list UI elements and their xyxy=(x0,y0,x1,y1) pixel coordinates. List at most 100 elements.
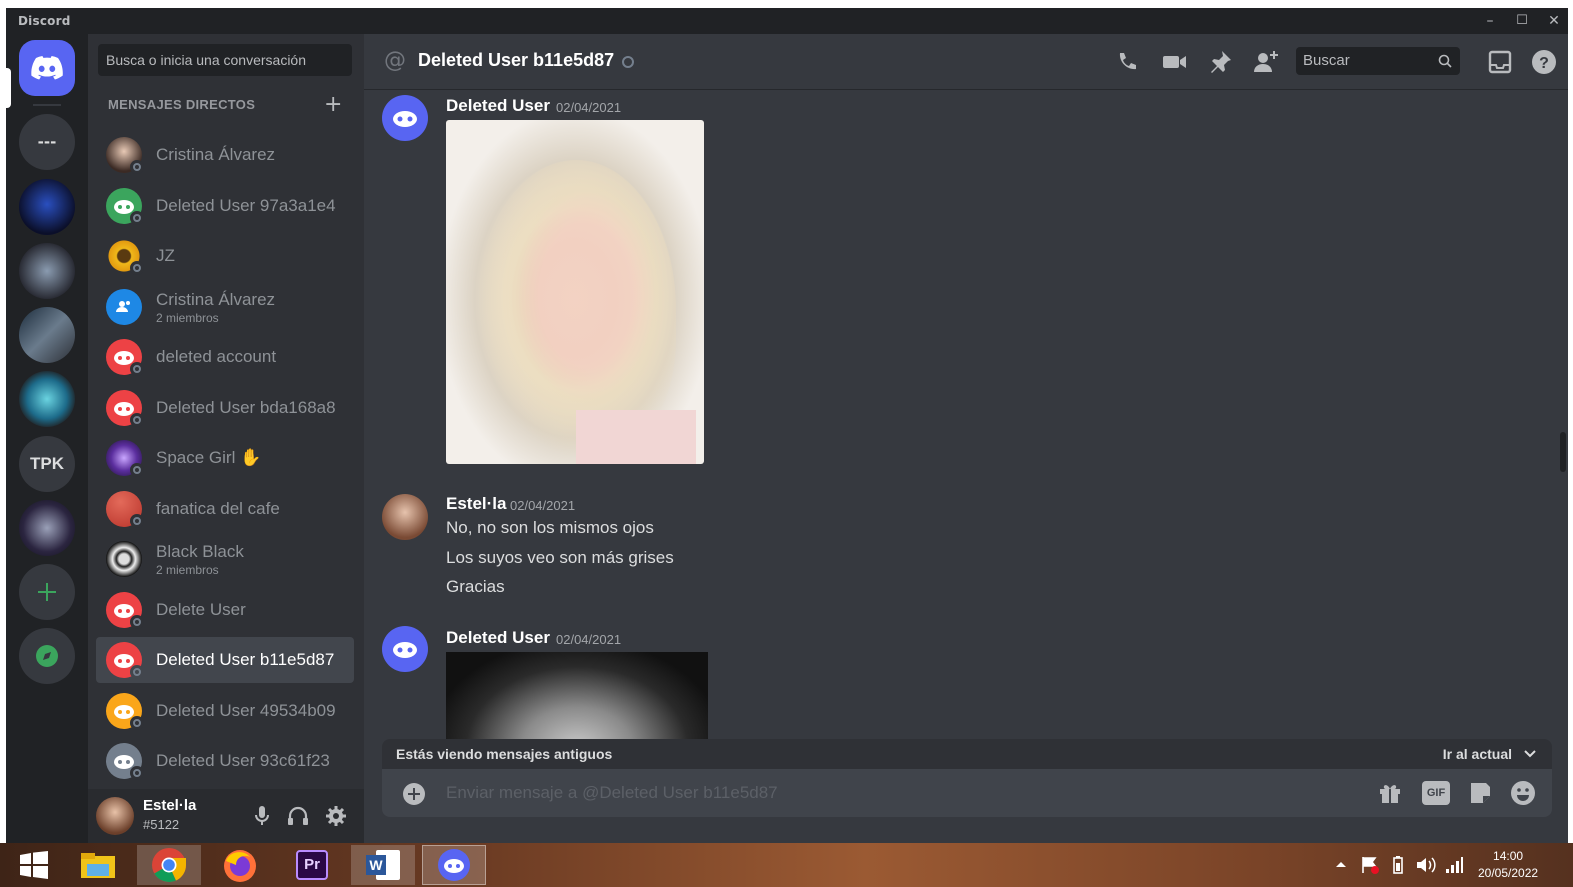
firefox-button[interactable] xyxy=(208,845,272,885)
message-author[interactable]: Deleted User xyxy=(446,628,550,648)
app-name: Discord xyxy=(18,14,71,28)
dm-search-input[interactable]: Busca o inicia una conversación xyxy=(98,44,352,76)
message-text: No, no son los mismos ojos xyxy=(446,518,654,537)
chevron-down-icon[interactable] xyxy=(1524,749,1536,759)
user-name: Estel·la xyxy=(143,797,197,814)
close-button[interactable]: ✕ xyxy=(1542,11,1566,31)
server-rail: --- TPK xyxy=(6,34,88,843)
dm-header-label: MENSAJES DIRECTOS xyxy=(108,97,256,112)
pin-icon[interactable] xyxy=(1206,48,1234,76)
header-search-input[interactable]: Buscar xyxy=(1296,47,1460,75)
add-attachment-icon[interactable] xyxy=(402,782,426,806)
portrait-shirt xyxy=(576,410,696,464)
chrome-button[interactable] xyxy=(137,845,201,885)
premiere-pro-button[interactable]: Pr xyxy=(280,845,344,885)
header-search-placeholder: Buscar xyxy=(1303,52,1350,69)
message-avatar[interactable] xyxy=(382,95,428,141)
sticker-icon[interactable] xyxy=(1468,781,1492,805)
dm-item[interactable]: deleted account xyxy=(96,334,354,380)
discord-window: Discord – ☐ ✕ --- TPK Busca o inicia una… xyxy=(6,8,1568,843)
message-author[interactable]: Deleted User xyxy=(446,96,550,116)
gift-icon[interactable] xyxy=(1378,781,1402,805)
dm-name: deleted account xyxy=(156,347,277,366)
message-image[interactable] xyxy=(446,120,704,464)
volume-icon[interactable] xyxy=(1415,855,1437,875)
dm-item[interactable]: Deleted User 49534b09 xyxy=(96,688,354,734)
dm-item[interactable]: Space Girl ✋ xyxy=(96,435,354,481)
server-avatar-4[interactable] xyxy=(19,500,75,556)
message-image[interactable] xyxy=(446,652,708,739)
gear-icon[interactable] xyxy=(325,805,347,827)
message-composer[interactable]: Enviar mensaje a @Deleted User b11e5d87 … xyxy=(382,769,1552,817)
file-explorer-button[interactable] xyxy=(66,845,130,885)
dm-name: Deleted User b11e5d87 xyxy=(156,650,335,669)
dm-item[interactable]: Cristina Álvarez 2 miembros xyxy=(96,284,354,330)
headphones-icon[interactable] xyxy=(287,806,309,826)
help-icon[interactable]: ? xyxy=(1530,48,1558,76)
dm-item[interactable]: JZ xyxy=(96,233,354,279)
server-avatar-3[interactable] xyxy=(19,307,75,363)
word-icon: W xyxy=(366,850,400,880)
dm-name: Deleted User 93c61f23 xyxy=(156,751,330,770)
tray-chevron-up-icon[interactable] xyxy=(1335,859,1347,869)
dm-item[interactable]: Deleted User bda168a8 xyxy=(96,385,354,431)
add-server-button[interactable] xyxy=(19,564,75,620)
discord-logo-icon xyxy=(393,111,417,127)
scrollbar-thumb[interactable] xyxy=(1560,432,1566,472)
dm-item[interactable]: Black Black 2 miembros xyxy=(96,536,354,582)
avatar xyxy=(106,541,142,577)
status-icon xyxy=(130,261,144,275)
dm-item[interactable]: Cristina Álvarez xyxy=(96,132,354,178)
server-avatar-1[interactable] xyxy=(19,179,75,235)
dm-item[interactable]: Delete User xyxy=(96,587,354,633)
discord-taskbar-button[interactable] xyxy=(422,845,486,885)
dm-members: 2 miembros xyxy=(156,563,219,577)
status-icon xyxy=(130,716,144,730)
rail-separator xyxy=(33,104,61,106)
explore-button[interactable] xyxy=(19,628,75,684)
home-button[interactable] xyxy=(19,40,75,96)
avatar xyxy=(106,289,142,325)
create-dm-button[interactable]: + xyxy=(324,92,342,117)
dm-item[interactable]: Deleted User 97a3a1e4 xyxy=(96,183,354,229)
dm-item[interactable]: fanatica del cafe xyxy=(96,486,354,532)
dm-item-selected[interactable]: Deleted User b11e5d87 xyxy=(96,637,354,683)
plus-icon xyxy=(38,583,56,601)
server-avatar-2[interactable] xyxy=(19,243,75,299)
emoji-icon[interactable] xyxy=(1510,780,1536,806)
minimize-button[interactable]: – xyxy=(1478,11,1502,31)
voice-call-icon[interactable] xyxy=(1114,48,1142,76)
gif-button[interactable]: GIF xyxy=(1422,781,1450,805)
server-dashes[interactable]: --- xyxy=(19,114,75,170)
user-panel: Estel·la #5122 xyxy=(88,789,364,843)
windows-taskbar: Pr W 14:00 20/05/2022 xyxy=(0,843,1573,887)
windows-start-button[interactable] xyxy=(2,845,66,885)
network-icon[interactable] xyxy=(1444,855,1464,875)
add-friend-icon[interactable] xyxy=(1252,48,1280,76)
battery-icon[interactable] xyxy=(1388,855,1408,875)
message-text: Gracias xyxy=(446,577,505,596)
message-avatar[interactable] xyxy=(382,494,428,540)
jump-to-present-button[interactable]: Ir al actual xyxy=(1443,746,1512,762)
server-atom[interactable] xyxy=(19,371,75,427)
video-call-icon[interactable] xyxy=(1160,48,1188,76)
clock-time: 14:00 xyxy=(1493,849,1524,863)
dm-name: Deleted User 97a3a1e4 xyxy=(156,196,336,215)
old-messages-text: Estás viendo mensajes antiguos xyxy=(396,746,613,762)
user-avatar[interactable] xyxy=(96,797,134,835)
dm-item[interactable]: Deleted User 93c61f23 xyxy=(96,738,354,784)
message-avatar[interactable] xyxy=(382,626,428,672)
microphone-icon[interactable] xyxy=(254,806,270,826)
chat-area: @ Deleted User b11e5d87 Buscar ? Deleted… xyxy=(364,34,1568,843)
system-clock[interactable]: 14:00 20/05/2022 xyxy=(1478,848,1538,882)
title-bar: Discord – ☐ ✕ xyxy=(6,8,1568,34)
maximize-button[interactable]: ☐ xyxy=(1510,11,1534,31)
dm-sidebar: Busca o inicia una conversación MENSAJES… xyxy=(88,34,364,843)
chat-header: @ Deleted User b11e5d87 Buscar ? xyxy=(364,34,1568,90)
inbox-icon[interactable] xyxy=(1486,48,1514,76)
flag-icon[interactable] xyxy=(1360,855,1380,875)
message-author[interactable]: Estel·la xyxy=(446,494,506,514)
word-button[interactable]: W xyxy=(351,845,415,885)
server-tpk[interactable]: TPK xyxy=(19,436,75,492)
selected-pill xyxy=(6,68,11,108)
